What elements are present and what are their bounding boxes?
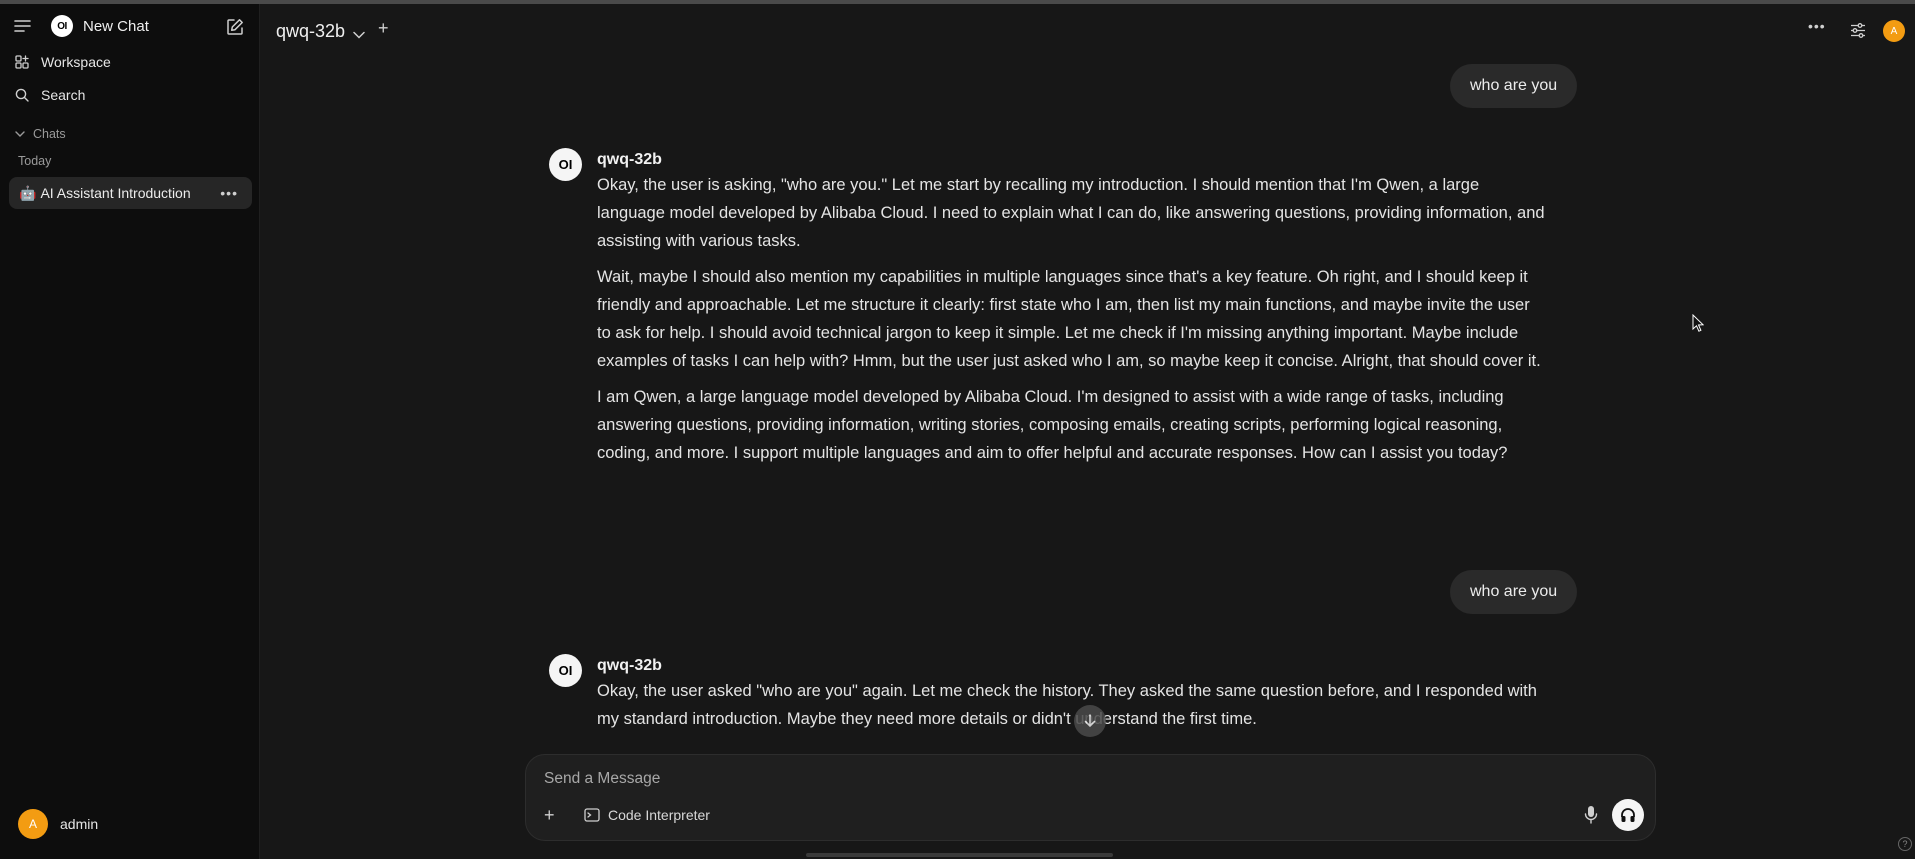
chevron-down-icon[interactable]	[353, 31, 365, 39]
search-icon	[15, 88, 29, 102]
assistant-paragraph: I am Qwen, a large language model develo…	[597, 388, 1508, 462]
chat-messages: who are you OI qwq-32b Okay, the user is…	[260, 56, 1915, 756]
assistant-message: OI qwq-32b Okay, the user asked "who are…	[549, 654, 1547, 733]
menu-icon	[14, 20, 31, 32]
message-input[interactable]	[544, 770, 1624, 788]
add-attachment-icon[interactable]: +	[544, 805, 555, 826]
assistant-model-name: qwq-32b	[597, 151, 662, 168]
controls-icon[interactable]	[1850, 23, 1866, 38]
today-label: Today	[18, 154, 52, 168]
chats-section-toggle[interactable]: Chats	[15, 127, 66, 141]
user-message-text: who are you	[1470, 583, 1558, 600]
user-menu-button[interactable]: A admin	[18, 809, 98, 839]
edit-icon	[227, 19, 243, 35]
code-interpreter-button[interactable]: Code Interpreter	[584, 807, 710, 823]
sidebar-toggle-button[interactable]	[14, 20, 31, 32]
workspace-label: Workspace	[41, 54, 111, 70]
code-interpreter-label: Code Interpreter	[608, 807, 710, 823]
voice-mode-button[interactable]	[1612, 799, 1644, 831]
user-name: admin	[60, 816, 99, 832]
terminal-icon	[584, 808, 600, 822]
chat-options-icon[interactable]: •••	[220, 185, 238, 201]
model-avatar: OI	[549, 654, 582, 687]
header-user-avatar[interactable]: A	[1883, 20, 1905, 42]
user-message-text: who are you	[1470, 77, 1558, 94]
chat-header: qwq-32b + ••• A	[260, 4, 1915, 56]
user-message: who are you	[1450, 570, 1578, 614]
assistant-paragraph: Okay, the user asked "who are you" again…	[597, 682, 1537, 728]
sidebar-item-workspace[interactable]: Workspace	[15, 54, 111, 70]
chat-item-emoji: 🤖	[19, 184, 37, 201]
assistant-paragraph: Wait, maybe I should also mention my cap…	[597, 268, 1541, 370]
horizontal-scrollbar[interactable]	[806, 853, 1113, 857]
chats-section-label: Chats	[33, 127, 66, 141]
assistant-model-name: qwq-32b	[597, 657, 662, 674]
today-group-label: Today	[18, 154, 51, 168]
microphone-icon[interactable]	[1584, 805, 1598, 825]
new-chat-label: New Chat	[83, 17, 149, 35]
sidebar: OI New Chat Workspace Search Chats Today…	[0, 4, 260, 859]
model-avatar: OI	[549, 148, 582, 181]
sidebar-item-search[interactable]: Search	[15, 87, 85, 103]
more-options-icon[interactable]: •••	[1808, 18, 1826, 34]
new-chat-button[interactable]	[226, 18, 244, 36]
open-webui-logo: OI	[51, 15, 73, 37]
mouse-cursor-icon	[1692, 314, 1704, 332]
chat-list-item[interactable]: 🤖 AI Assistant Introduction •••	[9, 177, 252, 209]
arrow-down-icon	[1084, 714, 1096, 728]
message-composer: + Code Interpreter	[525, 754, 1656, 841]
headphones-icon	[1621, 808, 1635, 822]
chat-item-title: AI Assistant Introduction	[40, 185, 191, 201]
assistant-message: OI qwq-32b Okay, the user is asking, "wh…	[549, 148, 1547, 467]
add-model-icon[interactable]: +	[378, 18, 389, 39]
model-selector[interactable]: qwq-32b	[276, 21, 345, 42]
new-chat-link[interactable]: OI New Chat	[51, 12, 149, 40]
workspace-icon	[15, 55, 29, 69]
assistant-paragraph: Okay, the user is asking, "who are you."…	[597, 176, 1545, 250]
user-message: who are you	[1450, 64, 1578, 108]
user-avatar: A	[18, 809, 48, 839]
search-label: Search	[41, 87, 86, 103]
help-icon[interactable]: ?	[1898, 837, 1912, 851]
chevron-down-icon	[15, 130, 25, 137]
scroll-to-bottom-button[interactable]	[1074, 705, 1106, 737]
